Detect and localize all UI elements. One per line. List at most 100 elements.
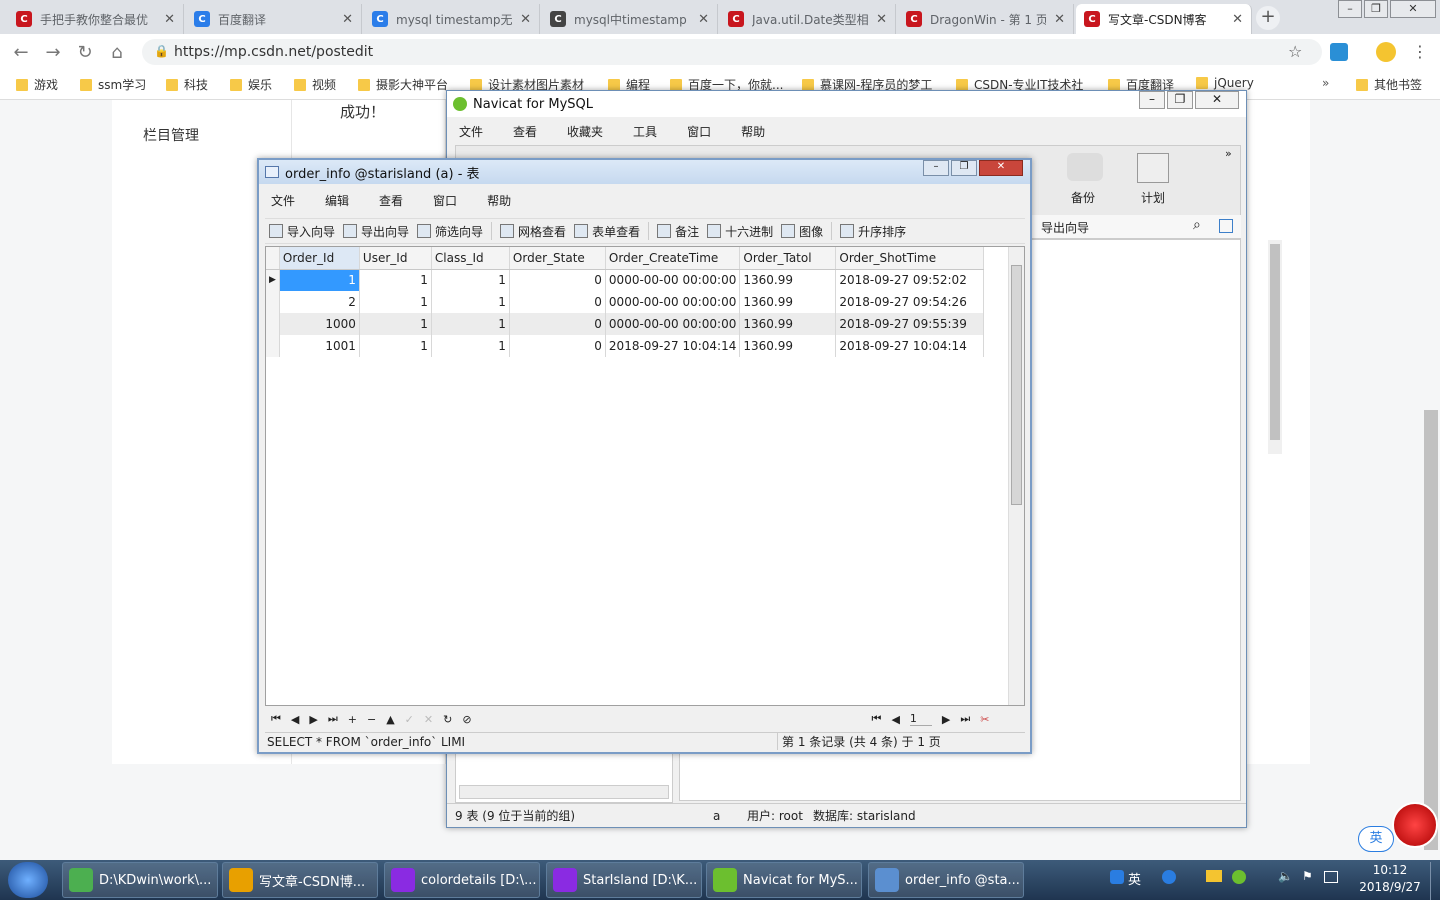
stop-icon[interactable]: ⊘ bbox=[462, 713, 471, 726]
table-minimize-button[interactable]: – bbox=[923, 160, 949, 176]
table-cell[interactable]: 1 bbox=[359, 313, 432, 335]
navicat-close-button[interactable]: ✕ bbox=[1195, 91, 1239, 109]
up-icon[interactable]: ▲ bbox=[386, 713, 394, 726]
table-cell[interactable]: 1360.99 bbox=[739, 313, 837, 335]
toolbar-overflow-icon[interactable]: » bbox=[1225, 147, 1232, 160]
search-tray-icon[interactable] bbox=[1110, 870, 1124, 884]
table-cell[interactable]: 2018-09-27 09:55:39 bbox=[835, 313, 985, 335]
view-grid-icon[interactable] bbox=[1219, 219, 1233, 233]
show-desktop-button[interactable] bbox=[1430, 862, 1440, 900]
table-row[interactable]: 1000 1 1 0 0000-00-00 00:00:00 1360.99 2018-09… bbox=[266, 313, 985, 335]
taskbar-item[interactable]: D:\KDwin\work\... bbox=[62, 862, 218, 898]
minimize-button[interactable]: – bbox=[1338, 0, 1362, 18]
tree-hscrollbar[interactable] bbox=[459, 785, 669, 799]
more-bookmarks-chevron-icon[interactable]: » bbox=[1322, 76, 1329, 90]
table-cell[interactable]: 1360.99 bbox=[739, 269, 837, 291]
sync-extension-icon[interactable] bbox=[1330, 43, 1348, 61]
close-button[interactable]: ✕ bbox=[1390, 0, 1436, 18]
navicat-menu-item[interactable]: 窗口 bbox=[675, 123, 729, 140]
table-menu-item[interactable]: 编辑 bbox=[313, 192, 367, 209]
column-header[interactable]: User_Id bbox=[359, 247, 432, 270]
flag-icon[interactable]: ⚑ bbox=[1302, 869, 1313, 883]
close-tab-icon[interactable]: ✕ bbox=[520, 12, 531, 27]
browser-tab[interactable]: Cmysql中timestamp ✕ bbox=[542, 4, 718, 34]
column-header[interactable]: Order_ShotTime bbox=[835, 247, 985, 270]
table-cell[interactable]: 2018-09-27 10:04:14 bbox=[835, 335, 985, 357]
window-scrollbar-thumb[interactable] bbox=[1424, 410, 1438, 850]
row-selector[interactable] bbox=[266, 335, 280, 357]
emoji-extension-icon[interactable] bbox=[1376, 42, 1396, 62]
other-bookmarks[interactable]: 其他书签 bbox=[1356, 76, 1422, 93]
column-header[interactable]: Order_State bbox=[509, 247, 606, 270]
table-cell[interactable]: 1001 bbox=[279, 335, 360, 357]
help-tray-icon[interactable] bbox=[1162, 870, 1176, 884]
taskbar-item[interactable]: colordetails [D:\... bbox=[384, 862, 540, 898]
avatar[interactable] bbox=[1392, 802, 1438, 848]
toolbar-backup-label[interactable]: 备份 bbox=[1071, 189, 1095, 206]
delete-record-icon[interactable]: − bbox=[367, 713, 376, 726]
taskbar-item[interactable]: 写文章-CSDN博... bbox=[222, 862, 378, 898]
navicat-menu-item[interactable]: 查看 bbox=[501, 123, 555, 140]
grid-vscrollbar[interactable] bbox=[1008, 247, 1024, 705]
column-header[interactable]: Class_Id bbox=[431, 247, 510, 270]
close-tab-icon[interactable]: ✕ bbox=[1054, 12, 1065, 27]
search-icon[interactable]: ⌕ bbox=[1193, 217, 1201, 233]
column-header[interactable]: Order_CreateTime bbox=[605, 247, 741, 270]
table-cell[interactable]: 1 bbox=[359, 291, 432, 313]
navicat-menu-item[interactable]: 工具 bbox=[621, 123, 675, 140]
table-cell[interactable]: 0 bbox=[509, 335, 606, 357]
close-tab-icon[interactable]: ✕ bbox=[876, 12, 887, 27]
browser-tab[interactable]: C 手把手教你整合最优 ✕ bbox=[8, 4, 184, 34]
network-icon[interactable] bbox=[1324, 871, 1338, 883]
bookmark-item[interactable]: 游戏 bbox=[16, 76, 58, 93]
last-record-icon[interactable]: ⏭ bbox=[328, 712, 338, 726]
clock-time[interactable]: 10:12 bbox=[1368, 863, 1412, 877]
star-icon[interactable]: ☆ bbox=[1288, 42, 1302, 61]
table-cell[interactable]: 2018-09-27 10:04:14 bbox=[605, 335, 741, 357]
prev-record-icon[interactable]: ◀ bbox=[291, 713, 299, 726]
browser-tab[interactable]: C DragonWin - 第 1 页 ✕ bbox=[898, 4, 1074, 34]
browser-tab[interactable]: C 百度翻译 ✕ bbox=[186, 4, 362, 34]
volume-icon[interactable]: 🔈 bbox=[1278, 869, 1293, 883]
table-cell[interactable]: 0 bbox=[509, 313, 606, 335]
refresh-icon[interactable]: ↻ bbox=[443, 713, 452, 726]
menu-dots-icon[interactable]: ⋮ bbox=[1412, 42, 1428, 61]
table-cell[interactable]: 0000-00-00 00:00:00 bbox=[605, 313, 741, 335]
table-close-button[interactable]: ✕ bbox=[979, 160, 1023, 176]
table-toolbar-button[interactable]: 升序排序 bbox=[836, 223, 910, 240]
next-page-icon[interactable]: ▶ bbox=[942, 713, 950, 726]
bookmark-item[interactable]: 娱乐 bbox=[230, 76, 272, 93]
close-tab-icon[interactable]: ✕ bbox=[342, 12, 353, 27]
browser-tab[interactable]: Cmysql timestamp无 ✕ bbox=[364, 4, 540, 34]
page-number-field[interactable]: 1 bbox=[909, 712, 932, 726]
table-cell[interactable]: 1360.99 bbox=[739, 335, 837, 357]
table-cell[interactable]: 1000 bbox=[279, 313, 360, 335]
table-cell[interactable]: 1 bbox=[431, 313, 510, 335]
table-cell[interactable]: 1 bbox=[431, 335, 510, 357]
bookmark-item[interactable]: 视频 bbox=[294, 76, 336, 93]
bookmark-item[interactable]: 摄影大神平台 bbox=[358, 76, 448, 93]
toolbar-schedule-label[interactable]: 计划 bbox=[1141, 189, 1165, 206]
last-page-icon[interactable]: ⏭ bbox=[960, 712, 970, 726]
table-menu-item[interactable]: 帮助 bbox=[475, 192, 529, 209]
table-toolbar-button[interactable]: 网格查看 bbox=[496, 223, 570, 240]
table-cell[interactable]: 2018-09-27 09:54:26 bbox=[835, 291, 985, 313]
taskbar-item[interactable]: StarIsland [D:\K... bbox=[546, 862, 702, 898]
next-record-icon[interactable]: ▶ bbox=[309, 713, 317, 726]
new-tab-button[interactable]: + bbox=[1256, 6, 1280, 30]
ime-float-button[interactable]: 英 bbox=[1358, 826, 1394, 852]
close-tab-icon[interactable]: ✕ bbox=[1232, 12, 1243, 27]
browser-tab[interactable]: C 写文章-CSDN博客 ✕ bbox=[1076, 4, 1252, 34]
taskbar-item[interactable]: order_info @sta... bbox=[868, 862, 1024, 898]
forward-icon[interactable]: → bbox=[42, 42, 64, 63]
table-restore-button[interactable]: ❐ bbox=[951, 160, 977, 176]
table-cell[interactable]: 1 bbox=[279, 269, 360, 291]
close-tab-icon[interactable]: ✕ bbox=[698, 12, 709, 27]
table-cell[interactable]: 2 bbox=[279, 291, 360, 313]
table-cell[interactable]: 2018-09-27 09:52:02 bbox=[835, 269, 985, 291]
tray-icon[interactable] bbox=[1232, 870, 1246, 884]
navicat-menu-item[interactable]: 收藏夹 bbox=[555, 123, 621, 140]
start-button[interactable] bbox=[8, 862, 48, 898]
table-menu-item[interactable]: 查看 bbox=[367, 192, 421, 209]
navicat-menu-item[interactable]: 帮助 bbox=[729, 123, 783, 140]
